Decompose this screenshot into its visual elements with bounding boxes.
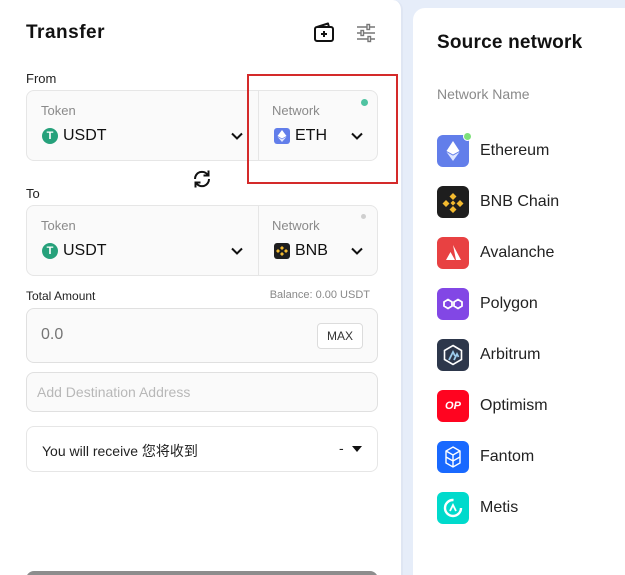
total-amount-label: Total Amount: [26, 289, 96, 303]
card-divider: [258, 91, 259, 160]
status-dot: [361, 99, 368, 106]
arbitrum-icon: [437, 339, 469, 371]
ethereum-icon: [437, 132, 472, 167]
to-token-label: Token: [41, 218, 76, 233]
chevron-down-icon[interactable]: [230, 129, 244, 143]
receive-label: You will receive 您将收到: [42, 443, 198, 459]
network-name: BNB Chain: [480, 193, 560, 210]
ethereum-icon: [274, 128, 290, 144]
destination-field: [26, 372, 378, 412]
caret-down-icon: [352, 446, 362, 452]
source-network-panel: Source network Network Name Ethereum BNB…: [413, 8, 625, 575]
bnb-icon: [437, 186, 469, 218]
source-network-title: Source network: [437, 32, 583, 53]
usdt-icon: T: [42, 128, 58, 144]
to-card: Token T USDT Network BNB: [26, 205, 378, 276]
network-name-header: Network Name: [437, 86, 530, 102]
settings-sliders-icon[interactable]: [353, 20, 379, 46]
chevron-down-icon[interactable]: [350, 244, 364, 258]
optimism-icon: OP: [437, 390, 469, 422]
amount-input[interactable]: [41, 326, 291, 344]
network-item-avalanche[interactable]: Avalanche: [437, 236, 554, 270]
page-title: Transfer: [26, 22, 105, 43]
to-network-value: BNB: [295, 242, 328, 259]
receive-dropdown[interactable]: You will receive 您将收到 -: [26, 426, 378, 472]
submit-button[interactable]: [26, 571, 378, 575]
amount-field: MAX: [26, 308, 378, 363]
network-name: Fantom: [480, 448, 535, 465]
to-network-select[interactable]: BNB: [274, 242, 328, 260]
transfer-panel: Transfer From Token T USDT Network ETH T…: [0, 0, 403, 575]
network-name: Avalanche: [480, 244, 555, 261]
from-token-label: Token: [41, 103, 76, 118]
network-item-fantom[interactable]: Fantom: [437, 440, 534, 474]
swap-icon[interactable]: [191, 168, 213, 190]
from-network-select[interactable]: ETH: [274, 127, 327, 145]
wallet-add-icon[interactable]: [312, 20, 338, 46]
network-name: Optimism: [480, 397, 548, 414]
to-label: To: [26, 186, 40, 201]
from-token-select[interactable]: T USDT: [42, 127, 107, 145]
network-item-ethereum[interactable]: Ethereum: [437, 132, 550, 168]
network-name: Ethereum: [480, 142, 550, 159]
chevron-down-icon[interactable]: [350, 129, 364, 143]
bnb-icon: [274, 243, 290, 259]
from-token-value: USDT: [63, 127, 107, 144]
from-label: From: [26, 71, 57, 86]
network-item-polygon[interactable]: Polygon: [437, 287, 538, 321]
balance-text: Balance: 0.00 USDT: [269, 289, 370, 301]
network-name: Arbitrum: [480, 346, 541, 363]
network-item-optimism[interactable]: OP Optimism: [437, 389, 548, 423]
fantom-icon: [437, 441, 469, 473]
network-item-arbitrum[interactable]: Arbitrum: [437, 338, 540, 372]
destination-address-input[interactable]: [37, 384, 357, 400]
chevron-down-icon[interactable]: [230, 244, 244, 258]
avalanche-icon: [437, 237, 469, 269]
network-item-metis[interactable]: Metis: [437, 491, 518, 525]
max-button[interactable]: MAX: [317, 323, 363, 349]
metis-icon: [437, 492, 469, 524]
to-token-value: USDT: [63, 242, 107, 259]
status-dot: [361, 214, 366, 219]
usdt-icon: T: [42, 243, 58, 259]
network-item-bnb-chain[interactable]: BNB Chain: [437, 185, 559, 219]
card-divider: [258, 206, 259, 275]
to-network-label: Network: [272, 218, 320, 233]
to-token-select[interactable]: T USDT: [42, 242, 107, 260]
receive-value: -: [339, 440, 344, 456]
from-network-label: Network: [272, 103, 320, 118]
from-network-value: ETH: [295, 127, 327, 144]
polygon-icon: [437, 288, 469, 320]
network-name: Polygon: [480, 295, 538, 312]
from-card: Token T USDT Network ETH: [26, 90, 378, 161]
network-name: Metis: [480, 499, 519, 516]
selected-dot: [463, 132, 472, 141]
